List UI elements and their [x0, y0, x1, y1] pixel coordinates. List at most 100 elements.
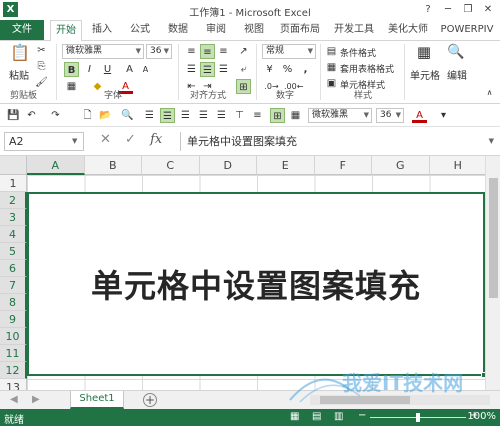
align-bottom-icon[interactable]: ≡ [216, 44, 231, 59]
column-header-f[interactable]: F [314, 156, 372, 175]
open-folder-icon[interactable]: 📂 [98, 108, 113, 123]
percent-button[interactable]: % [280, 62, 295, 77]
tab-formulas[interactable]: 公式 [124, 20, 156, 40]
number-format-select[interactable]: 常规 ▼ [262, 44, 316, 59]
qa-font-size-select[interactable]: 36 ▼ [376, 108, 404, 123]
insert-function-button[interactable]: fx [150, 132, 162, 147]
tab-powerpivot[interactable]: POWERPIV [438, 20, 496, 40]
cut-icon[interactable]: ✂ [34, 43, 49, 58]
tab-beautify[interactable]: 美化大师 [384, 20, 432, 40]
comma-button[interactable]: , [298, 62, 313, 77]
middle-align-icon[interactable]: ≡ [250, 108, 265, 123]
zoom-slider-knob[interactable] [416, 413, 420, 422]
restore-button[interactable]: ❐ [458, 1, 478, 18]
column-header-b[interactable]: B [84, 156, 142, 175]
column-header-g[interactable]: G [372, 156, 430, 175]
page-layout-view-icon[interactable]: ▤ [312, 411, 321, 422]
formula-input[interactable]: 单元格中设置图案填充 [180, 132, 486, 151]
row-header-4[interactable]: 4 [0, 226, 27, 243]
row-header-11[interactable]: 11 [0, 345, 27, 362]
editing-button[interactable]: 编辑 [447, 67, 467, 82]
prev-sheet-icon[interactable]: ◀ [10, 394, 18, 405]
row-header-6[interactable]: 6 [0, 260, 27, 277]
borders-icon[interactable]: ▦ [64, 79, 79, 94]
merge-icon[interactable]: ⊞ [270, 108, 285, 123]
vertical-scroll-thumb[interactable] [489, 178, 498, 298]
merge-center-icon[interactable]: ⊞ [236, 79, 251, 94]
font-shrink-button[interactable]: A [138, 62, 153, 77]
horizontal-scroll-thumb[interactable] [320, 396, 410, 404]
currency-button[interactable]: ¥ [262, 62, 277, 77]
row-header-10[interactable]: 10 [0, 328, 27, 345]
row-header-12[interactable]: 12 [0, 362, 27, 379]
column-header-h[interactable]: H [429, 156, 487, 175]
align-top-icon[interactable]: ≡ [184, 44, 199, 59]
align-center-icon[interactable]: ☰ [160, 108, 175, 123]
italic-button[interactable]: I [82, 62, 97, 77]
underline-button[interactable]: U [100, 62, 115, 77]
align-right-icon[interactable]: ☰ [216, 62, 231, 77]
font-name-select[interactable]: 微软雅黑 ▼ [62, 44, 144, 59]
close-button[interactable]: ✕ [478, 1, 498, 18]
font-grow-button[interactable]: A [122, 62, 137, 77]
font-size-select[interactable]: 36 ▼ [146, 44, 172, 59]
border-icon[interactable]: ▦ [288, 108, 303, 123]
row-header-1[interactable]: 1 [0, 175, 27, 192]
page-break-view-icon[interactable]: ▥ [334, 411, 343, 422]
wrap-text-icon[interactable]: ⤶ [236, 62, 251, 77]
copy-icon[interactable]: ⎘ [34, 59, 49, 74]
help-button[interactable]: ? [418, 1, 438, 18]
paste-button[interactable]: 粘贴 [9, 67, 29, 82]
align-left-icon[interactable]: ☰ [184, 62, 199, 77]
save-icon[interactable]: 💾 [6, 108, 21, 123]
align-middle-icon[interactable]: ≡ [200, 44, 215, 59]
align-right-icon[interactable]: ☰ [178, 108, 193, 123]
tab-developer[interactable]: 开发工具 [330, 20, 378, 40]
tab-file[interactable]: 文件 [0, 20, 44, 40]
normal-view-icon[interactable]: ▦ [290, 411, 299, 422]
redo-icon[interactable]: ↷ [48, 108, 63, 123]
next-sheet-icon[interactable]: ▶ [32, 394, 40, 405]
new-file-icon[interactable]: 🗋 [80, 108, 95, 123]
fill-color-icon[interactable]: ◆ [90, 79, 105, 94]
paste-icon[interactable]: 📋 [8, 45, 32, 67]
top-align-icon[interactable]: ⊤ [232, 108, 247, 123]
customize-toolbar-icon[interactable]: ▾ [436, 108, 451, 123]
bold-button[interactable]: B [64, 62, 79, 77]
column-header-d[interactable]: D [199, 156, 257, 175]
tab-data[interactable]: 数据 [162, 20, 194, 40]
conditional-format-button[interactable]: 条件格式 [340, 46, 376, 59]
tab-review[interactable]: 审阅 [200, 20, 232, 40]
row-header-8[interactable]: 8 [0, 294, 27, 311]
qa-font-color-button[interactable]: A [412, 108, 427, 123]
horizontal-scrollbar[interactable] [310, 395, 490, 405]
zoom-slider[interactable] [370, 413, 466, 422]
minimize-button[interactable]: ─ [438, 1, 458, 18]
row-header-7[interactable]: 7 [0, 277, 27, 294]
merged-cell-a2[interactable]: 单元格中设置图案填充 [27, 192, 487, 378]
cancel-icon[interactable]: ✕ [100, 132, 111, 147]
row-header-3[interactable]: 3 [0, 209, 27, 226]
add-sheet-button[interactable]: + [143, 393, 157, 407]
cells-button[interactable]: 单元格 [410, 67, 440, 82]
expand-formula-icon[interactable]: ▼ [489, 137, 494, 145]
qa-font-name-select[interactable]: 微软雅黑 ▼ [308, 108, 372, 123]
print-preview-icon[interactable]: 🔍 [120, 108, 135, 123]
enter-icon[interactable]: ✓ [125, 132, 136, 147]
column-header-a[interactable]: A [27, 156, 85, 175]
tab-view[interactable]: 视图 [238, 20, 270, 40]
orientation-icon[interactable]: ↗ [236, 44, 251, 59]
zoom-level[interactable]: 100% [467, 411, 496, 422]
table-format-button[interactable]: 套用表格格式 [340, 62, 394, 75]
vertical-scrollbar[interactable] [485, 156, 500, 390]
select-all-corner[interactable] [0, 156, 27, 175]
tab-page-layout[interactable]: 页面布局 [276, 20, 324, 40]
row-header-9[interactable]: 9 [0, 311, 27, 328]
distributed-icon[interactable]: ☰ [214, 108, 229, 123]
column-header-e[interactable]: E [257, 156, 315, 175]
align-center-icon[interactable]: ☰ [200, 62, 215, 77]
sheet-tab-sheet1[interactable]: Sheet1 [70, 391, 124, 409]
justify-icon[interactable]: ☰ [196, 108, 211, 123]
tab-insert[interactable]: 插入 [86, 20, 118, 40]
column-header-c[interactable]: C [142, 156, 200, 175]
